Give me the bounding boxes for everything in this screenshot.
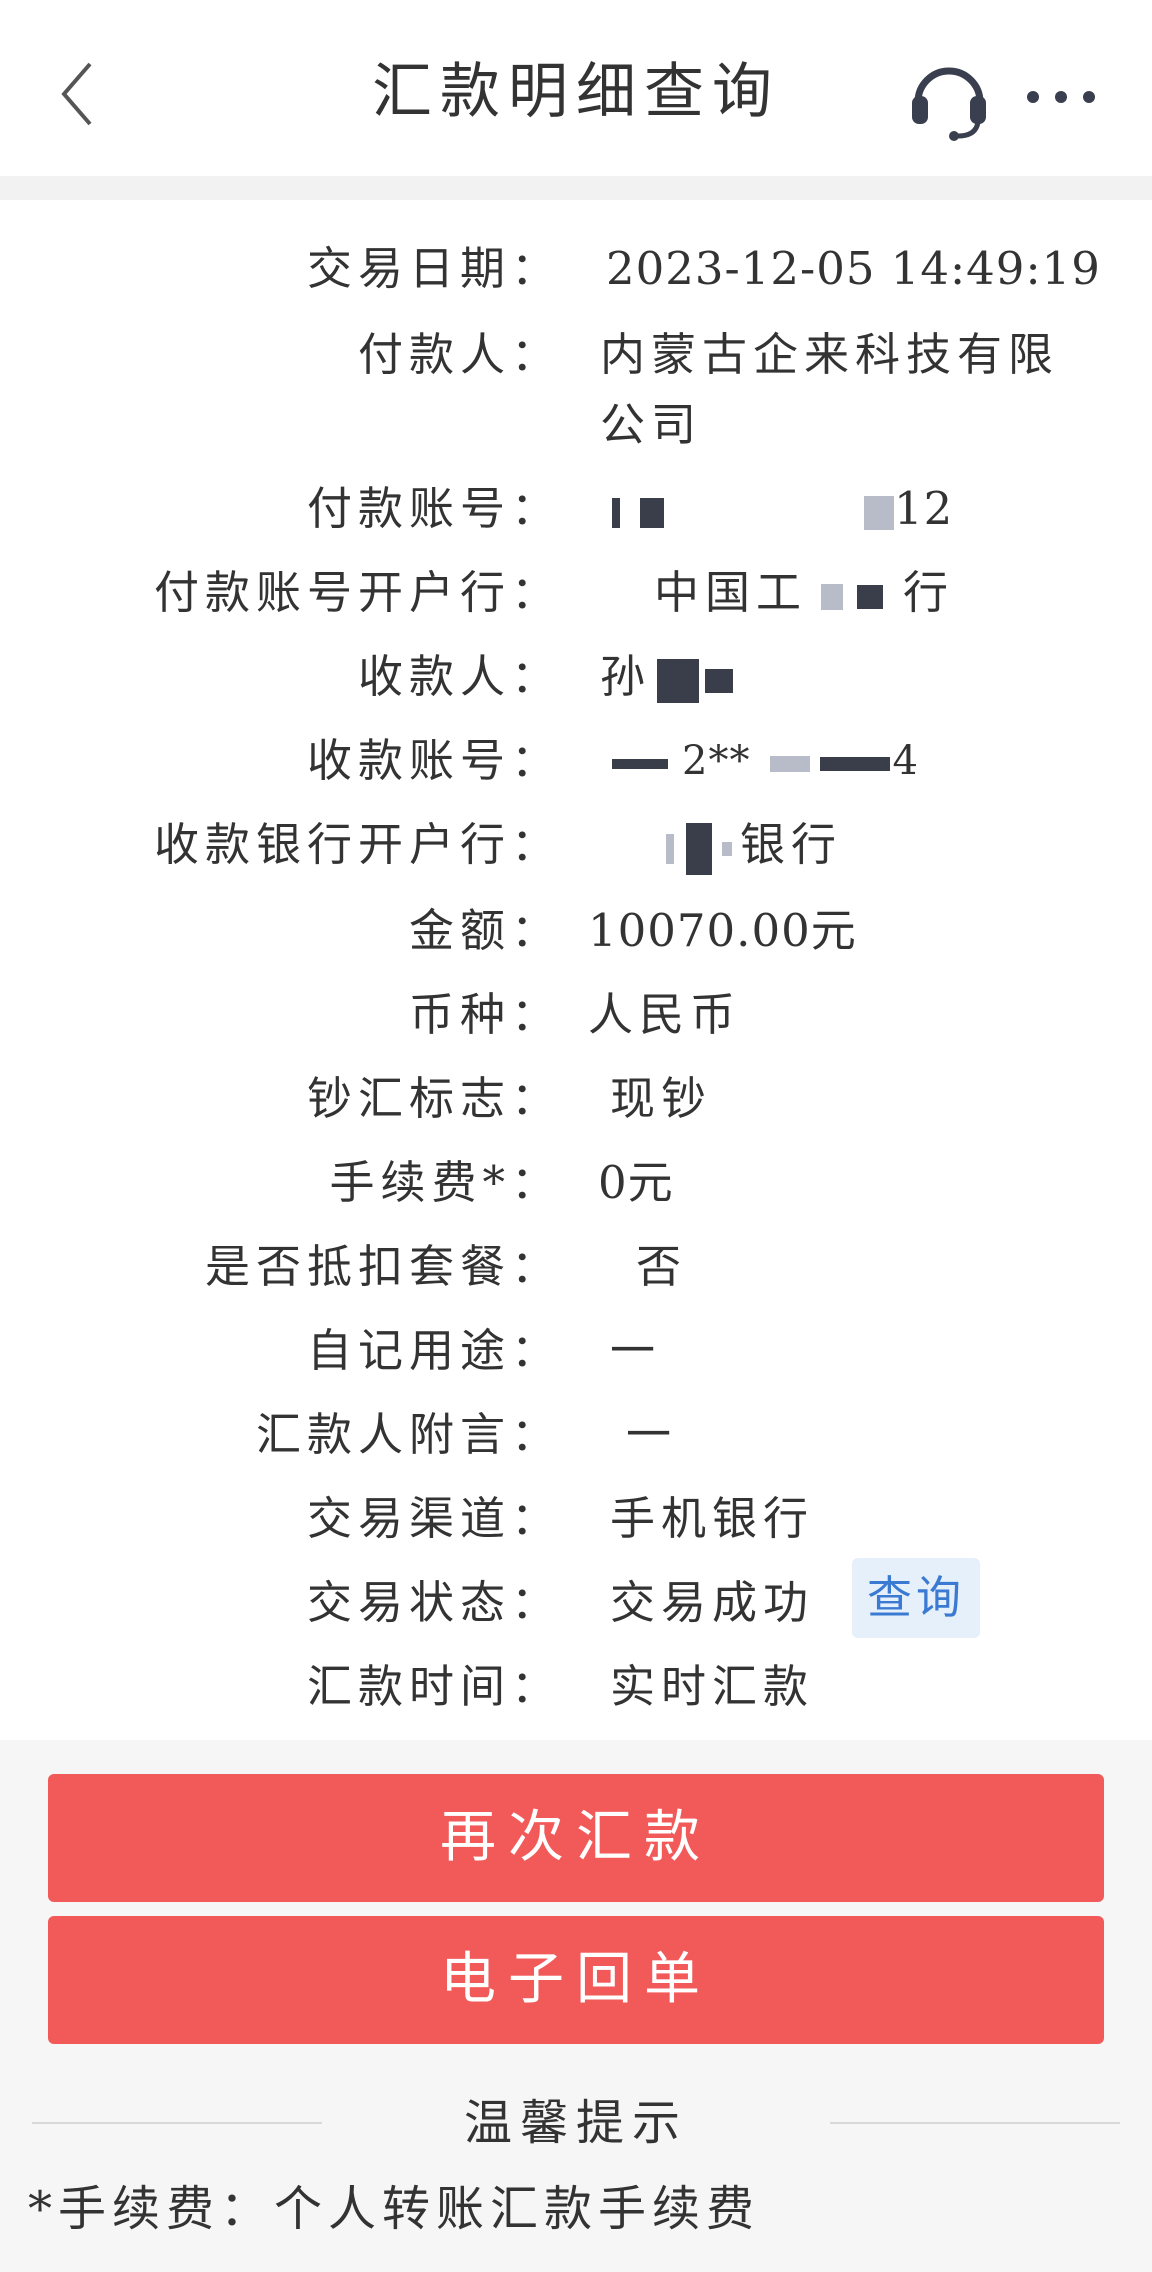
value-payee-bank-tail: 银行 [740, 818, 843, 871]
value-payer-bank-tail: 行 [903, 566, 955, 619]
redaction-mask [722, 841, 732, 856]
value-payee-bank: 银行 [666, 814, 1152, 876]
redaction-mask [686, 822, 712, 875]
label-status: 交易状态： [306, 1576, 562, 1629]
redaction-mask [640, 497, 664, 528]
e-receipt-button[interactable]: 电子回单 [48, 1916, 1104, 2044]
value-deduct-package: 否 [636, 1240, 688, 1293]
value-payer-line1: 内蒙古企来科技有限 [600, 328, 1060, 381]
value-payer-bank: 中国工 行 [654, 562, 1152, 624]
value-payer: 内蒙古企来科技有限 公司 [600, 324, 1130, 456]
redaction-mask [857, 584, 884, 609]
label-trade-date: 交易日期： [306, 242, 562, 295]
value-cash-flag: 现钞 [610, 1072, 713, 1125]
value-purpose: 一 [610, 1324, 662, 1377]
label-remitter-note: 汇款人附言： [255, 1408, 562, 1461]
value-payer-account: 12 [612, 478, 1142, 540]
label-fee: 手续费*： [329, 1156, 562, 1209]
redaction-mask [705, 668, 734, 693]
label-currency: 币种： [408, 988, 562, 1041]
value-payee-account: 2** 4 [612, 730, 1142, 792]
label-payer-account: 付款账号： [306, 482, 562, 535]
customer-service-button[interactable] [904, 52, 994, 142]
value-remit-time: 实时汇款 [610, 1660, 815, 1713]
value-fee: 0元 [598, 1156, 674, 1209]
value-payer-bank-head: 中国工 [654, 566, 808, 619]
label-payee-bank: 收款银行开户行： [153, 818, 562, 871]
label-channel: 交易渠道： [306, 1492, 562, 1545]
tips-fee-note: *手续费：个人转账汇款手续费 [28, 2181, 761, 2237]
tip-divider-right [830, 2122, 1120, 2124]
redaction-mask [864, 495, 894, 530]
more-button[interactable] [1016, 62, 1106, 132]
label-payee: 收款人： [357, 650, 562, 703]
redaction-mask [770, 756, 811, 772]
redaction-mask [820, 757, 891, 771]
label-amount: 金额： [408, 904, 562, 957]
label-cash-flag: 钞汇标志： [306, 1072, 562, 1125]
transfer-detail-panel: 交易日期： 2023-12-05 14:49:19 付款人： 内蒙古企来科技有限… [0, 200, 1152, 1740]
value-payer-line2: 公司 [600, 398, 703, 451]
value-currency: 人民币 [588, 988, 742, 1041]
label-purpose: 自记用途： [306, 1324, 562, 1377]
value-trade-date: 2023-12-05 14:49:19 [606, 242, 1101, 295]
redaction-mask [612, 497, 620, 528]
label-deduct-package: 是否抵扣套餐： [204, 1240, 562, 1293]
label-payee-account: 收款账号： [306, 734, 562, 787]
redaction-mask [666, 833, 674, 864]
value-payee: 孙 [600, 646, 1130, 708]
value-remitter-note: 一 [626, 1408, 678, 1461]
status-query-button[interactable]: 查询 [852, 1558, 980, 1638]
label-payer: 付款人： [357, 328, 562, 381]
more-icon [1027, 91, 1095, 103]
value-amount: 10070.00元 [588, 904, 857, 957]
nav-bar: 汇款明细查询 [0, 0, 1152, 176]
label-remit-time: 汇款时间： [306, 1660, 562, 1713]
value-payee-account-mid: 2** [682, 738, 751, 784]
value-payer-account-tail: 12 [894, 482, 954, 535]
label-payer-bank: 付款账号开户行： [153, 566, 562, 619]
remit-again-button[interactable]: 再次汇款 [48, 1774, 1104, 1902]
redaction-mask [612, 759, 668, 769]
value-payee-head: 孙 [600, 650, 652, 703]
header-divider [0, 176, 1152, 200]
redaction-mask [657, 658, 700, 703]
redaction-mask [821, 583, 844, 610]
headset-icon [912, 67, 986, 141]
value-channel: 手机银行 [610, 1492, 815, 1545]
value-payee-account-tail: 4 [892, 738, 919, 784]
